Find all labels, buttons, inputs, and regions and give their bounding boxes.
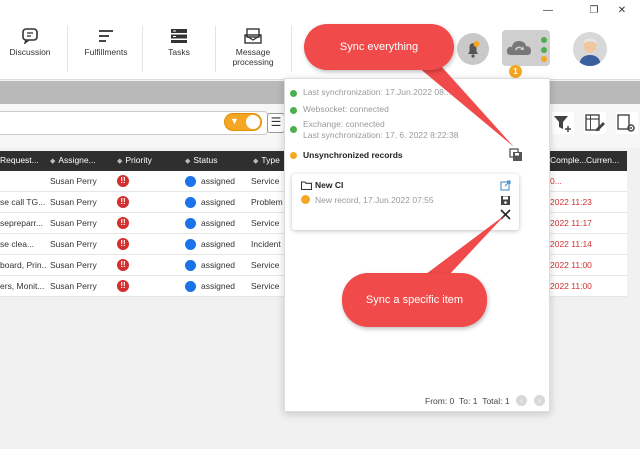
- callout-pointer-sync-item: [418, 215, 505, 280]
- callout-sync-everything: Sync everything: [304, 24, 454, 70]
- callout-sync-specific-item: Sync a specific item: [342, 273, 487, 327]
